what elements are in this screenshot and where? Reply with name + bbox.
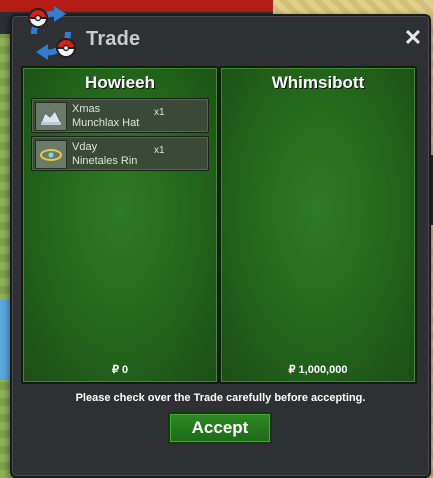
item-name-line1: Vday [72,141,98,153]
ninetales-ring-icon [40,149,62,161]
right-money-offer: ₽1,000,000 [221,363,415,376]
accept-button[interactable]: Accept [168,412,272,444]
close-button[interactable]: ✕ [403,27,423,49]
item-icon-frame [35,102,67,131]
trade-window: Trade ✕ Howieeh Xmas Munchlax Hat x1 Vda… [10,6,431,478]
item-name-line1: Xmas [72,103,101,115]
left-money-offer: ₽0 [23,363,217,376]
window-title: Trade [86,28,141,50]
left-money-amount: 0 [121,364,129,376]
right-player-name: Whimsibott [271,73,365,92]
background-water [0,300,10,380]
title-bar[interactable]: Trade ✕ [12,6,429,60]
trade-exchange-icon [27,6,77,60]
trade-item-slot[interactable]: Vday Ninetales Rin x1 [31,136,209,171]
pokedollar-icon: ₽ [111,364,119,376]
trade-notice: Please check over the Trade carefully be… [75,392,366,404]
trade-panels: Howieeh Xmas Munchlax Hat x1 Vday Nineta… [21,66,417,384]
partner-offer-panel: Whimsibott ₽1,000,000 [219,66,417,384]
my-offer-panel: Howieeh Xmas Munchlax Hat x1 Vday Nineta… [21,66,219,384]
munchlax-hat-icon [40,110,62,125]
item-icon-frame [35,140,67,169]
trade-item-slot[interactable]: Xmas Munchlax Hat x1 [31,98,209,133]
right-money-amount: 1,000,000 [298,364,348,376]
item-quantity: x1 [154,145,165,156]
item-name-line2: Munchlax Hat [72,117,140,129]
left-player-name: Howieeh [85,73,155,92]
pokedollar-icon: ₽ [288,364,296,376]
item-quantity: x1 [154,107,165,118]
item-name-line2: Ninetales Rin [72,155,138,167]
